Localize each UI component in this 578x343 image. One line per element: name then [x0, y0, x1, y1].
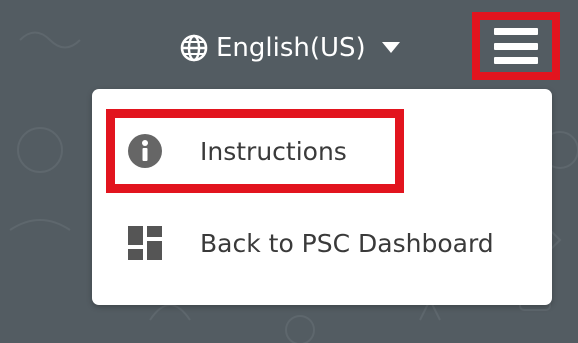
hamburger-menu-button[interactable] — [472, 12, 560, 80]
dropdown-menu: Instructions Back to PSC Dashboard — [92, 89, 552, 305]
menu-item-label: Back to PSC Dashboard — [200, 228, 494, 258]
caret-down-icon — [381, 42, 400, 54]
menu-item-label: Instructions — [200, 136, 347, 166]
menu-item-instructions[interactable]: Instructions — [92, 121, 552, 181]
hamburger-menu-icon — [494, 28, 538, 64]
language-selector[interactable]: English(US) — [180, 28, 400, 68]
menu-item-back-to-dashboard[interactable]: Back to PSC Dashboard — [92, 213, 552, 273]
info-circle-icon — [126, 132, 164, 170]
language-label: English(US) — [216, 33, 366, 63]
globe-icon — [180, 34, 208, 62]
app-background: English(US) Instructions Back to PSC Das… — [0, 0, 578, 343]
dashboard-grid-icon — [126, 224, 164, 262]
